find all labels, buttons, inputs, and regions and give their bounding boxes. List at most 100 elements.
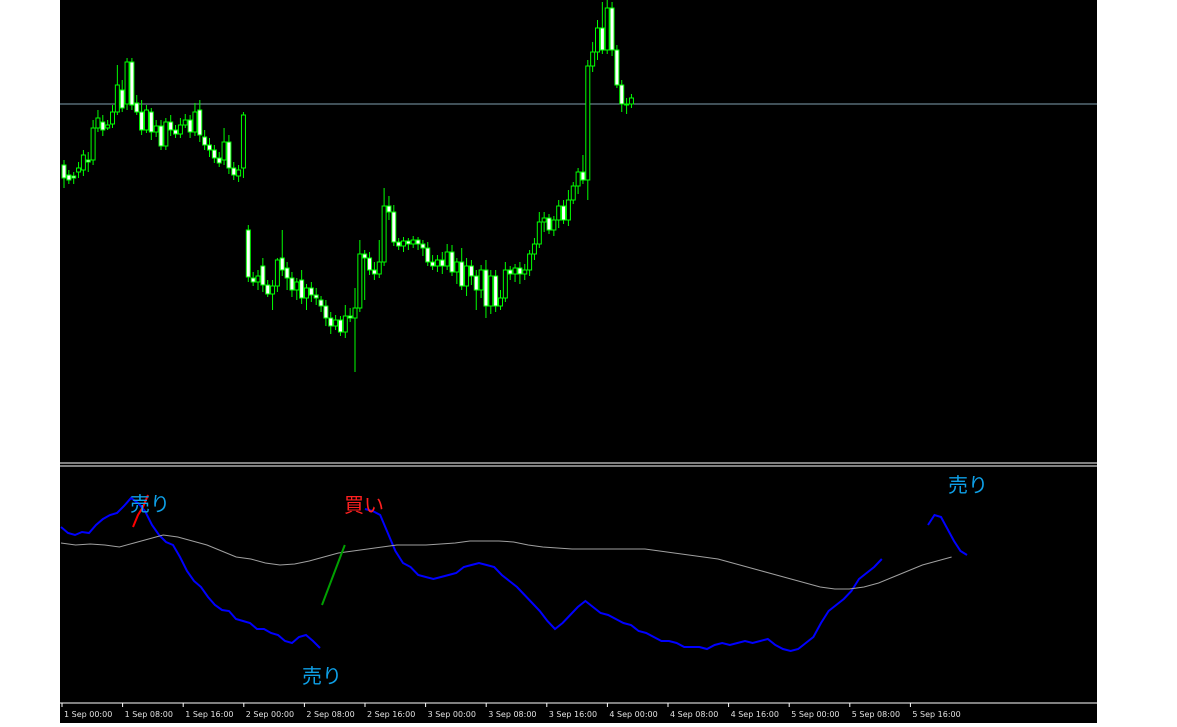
candle-body (114, 84, 120, 113)
candle-body (250, 277, 256, 283)
candle-body (76, 167, 82, 173)
candle-body (119, 89, 125, 109)
candle-body (541, 217, 547, 223)
candle-body (318, 299, 324, 307)
candle-body (531, 243, 537, 255)
candle-body (274, 259, 280, 287)
candle-body (551, 219, 557, 231)
time-axis-label: 1 Sep 08:00 (125, 710, 173, 719)
candle-body (192, 111, 198, 133)
candle (163, 118, 169, 150)
candle-body (61, 164, 67, 179)
candle-body (333, 319, 339, 327)
candle-body (381, 205, 387, 263)
candle-body (536, 221, 542, 245)
candle-body (459, 261, 465, 287)
candle-body (202, 136, 208, 146)
candle-body (129, 61, 135, 106)
candle-body (347, 315, 353, 319)
candle-body (439, 259, 445, 267)
candle-body (425, 247, 431, 263)
candle-body (546, 217, 552, 231)
candle-body (454, 261, 460, 273)
annotation-sell-1: 売り (130, 492, 170, 516)
time-axis-label: 3 Sep 08:00 (488, 710, 536, 719)
candle-body (231, 167, 237, 176)
time-axis-label: 4 Sep 16:00 (731, 710, 779, 719)
candle-body (265, 284, 271, 295)
candle-body (565, 199, 571, 221)
candle-body (527, 253, 533, 271)
candle-body (270, 285, 276, 295)
candle-body (337, 319, 343, 333)
candle-body (570, 185, 576, 201)
candle-body (211, 149, 217, 159)
candle-body (386, 205, 392, 213)
candle-body (595, 27, 600, 53)
candle-body (308, 287, 314, 296)
candle-body (90, 127, 96, 161)
candle-body (396, 241, 402, 247)
candle-body (168, 121, 174, 131)
candle-body (124, 61, 130, 105)
candle-body (139, 111, 145, 131)
candle-body (284, 267, 290, 279)
candle-body (556, 205, 562, 221)
candle-body (342, 315, 348, 333)
candle-body (148, 111, 154, 133)
time-axis-label: 5 Sep 08:00 (852, 710, 900, 719)
chart-window: 売り 買い 売り 売り 1 Sep 00:00 1 Sep 08:00 1 Sep … (0, 0, 1177, 723)
candle-body (216, 157, 222, 164)
candle (245, 225, 251, 282)
candle-body (357, 253, 363, 309)
candle-body (279, 257, 285, 271)
candle-body (410, 239, 416, 245)
candle-body (66, 174, 72, 181)
candle-body (498, 297, 503, 307)
candle-body (173, 129, 179, 135)
candle-body (158, 125, 164, 147)
candle-body (493, 275, 499, 307)
time-axis-label: 2 Sep 00:00 (246, 710, 294, 719)
candle-body (260, 265, 266, 286)
candle-body (585, 65, 591, 181)
candle-body (236, 169, 242, 177)
candle-body (95, 117, 101, 129)
time-axis-label: 5 Sep 16:00 (912, 710, 960, 719)
candle-body (473, 275, 479, 291)
candle-body (85, 159, 91, 163)
candle (240, 112, 246, 178)
time-axis-label: 2 Sep 16:00 (367, 710, 415, 719)
candle-body (221, 141, 227, 161)
candle-body (371, 269, 377, 275)
candle-body (328, 317, 334, 327)
annotation-sell-3: 売り (948, 473, 988, 497)
candle-body (522, 269, 528, 275)
time-axis-label: 1 Sep 00:00 (64, 710, 112, 719)
candle-body (575, 171, 581, 187)
candle-body (391, 211, 397, 243)
candle-body (105, 124, 111, 129)
candle-body (177, 124, 183, 135)
candle-body (367, 257, 373, 271)
annotation-sell-2: 売り (302, 664, 342, 688)
candle-body (100, 121, 106, 131)
time-axis-label: 2 Sep 08:00 (306, 710, 354, 719)
candle-body (561, 205, 567, 221)
candle (585, 60, 591, 200)
time-axis-label: 3 Sep 00:00 (428, 710, 476, 719)
candle-body (226, 141, 232, 169)
candle-body (143, 109, 149, 131)
candle-body (289, 277, 295, 291)
candle-body (444, 251, 450, 267)
time-axis-label: 1 Sep 16:00 (185, 710, 233, 719)
candle-body (609, 7, 615, 51)
time-axis-label: 4 Sep 08:00 (670, 710, 718, 719)
candle-body (449, 251, 455, 273)
candle-body (507, 269, 513, 275)
candle-body (483, 269, 489, 307)
candle-body (110, 111, 115, 125)
candle-body (628, 97, 634, 105)
candle-body (434, 259, 440, 267)
candle-body (294, 281, 300, 291)
